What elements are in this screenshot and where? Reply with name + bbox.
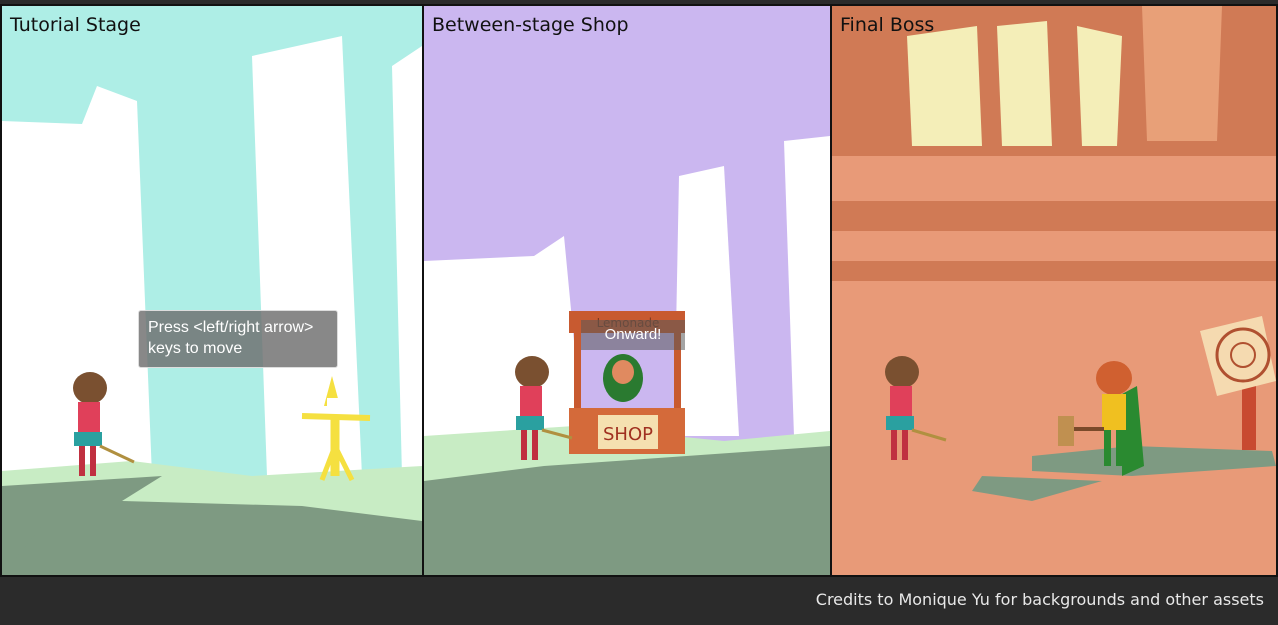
panel-title: Final Boss (840, 14, 935, 36)
final-boss-panel: Final Boss (830, 4, 1278, 577)
boss-scene (832, 6, 1276, 575)
tutorial-stage-panel: Tutorial Stage Press <left/right arrow> … (0, 4, 424, 577)
footer-bar: Credits to Monique Yu for backgrounds an… (0, 577, 1278, 625)
onward-button[interactable]: Onward! (581, 320, 685, 350)
shop-stage-panel: Lemonade SHOP Between-stage Shop Onward! (422, 4, 832, 577)
credits-text: Credits to Monique Yu for backgrounds an… (815, 590, 1264, 609)
tutorial-scene (2, 6, 422, 575)
panel-title: Tutorial Stage (10, 14, 141, 36)
shop-scene: Lemonade SHOP (424, 6, 830, 575)
tutorial-tooltip: Press <left/right arrow> keys to move (138, 310, 338, 368)
panel-title: Between-stage Shop (432, 14, 629, 36)
shop-label: SHOP (603, 424, 653, 445)
